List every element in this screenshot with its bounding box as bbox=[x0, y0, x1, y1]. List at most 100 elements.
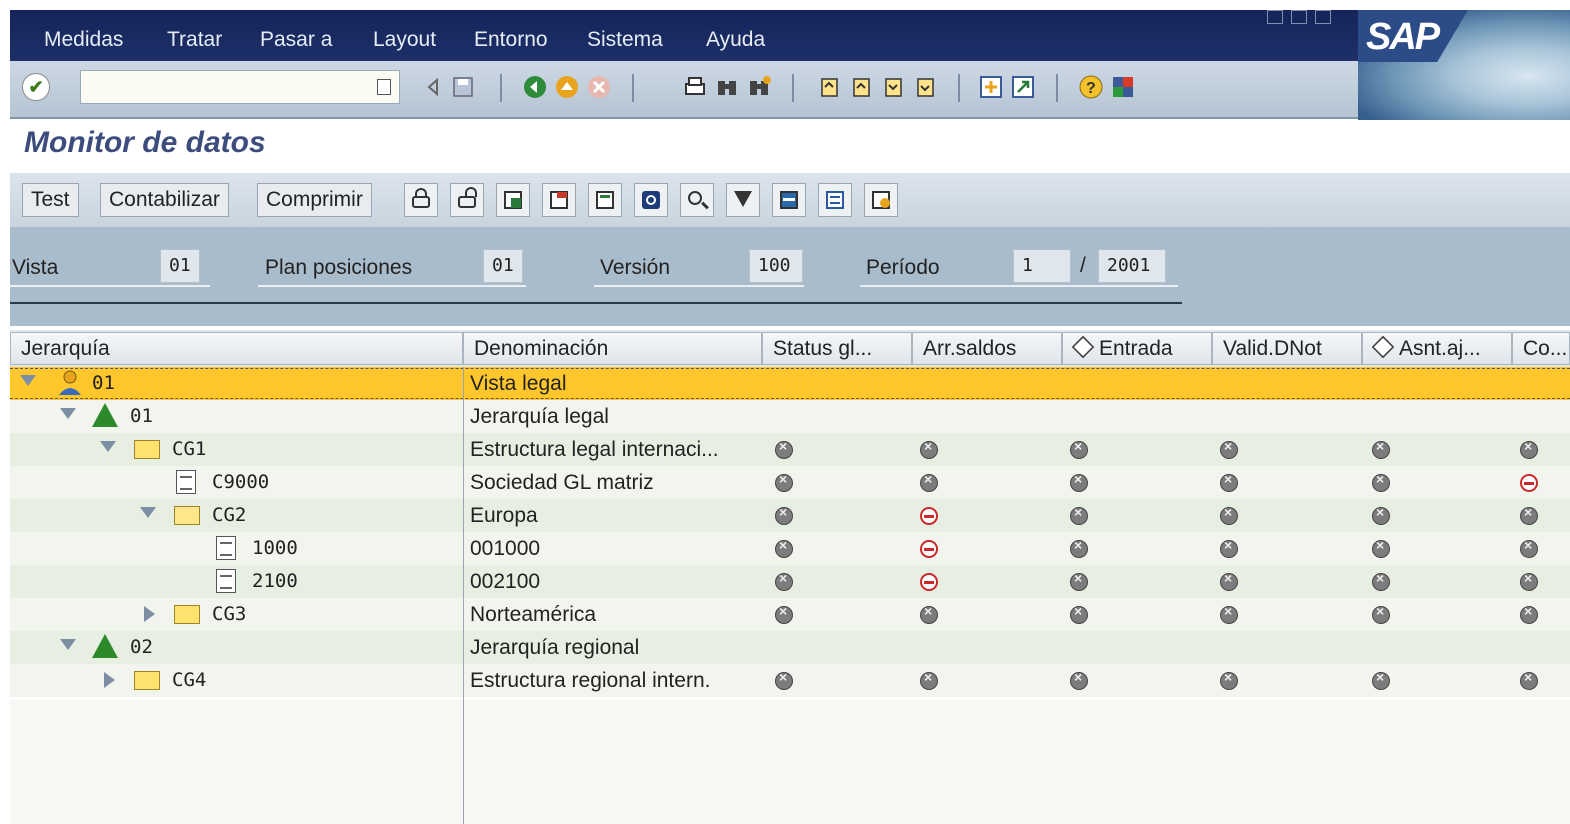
table-row[interactable]: CG2 Europa bbox=[10, 499, 1570, 532]
status-inactive-icon[interactable] bbox=[920, 438, 938, 459]
status-inactive-icon[interactable] bbox=[920, 603, 938, 624]
table-row[interactable]: 2100 002100 bbox=[10, 565, 1570, 598]
command-history-icon[interactable] bbox=[377, 79, 391, 95]
shortcut-icon[interactable] bbox=[1010, 74, 1036, 100]
chart-icon[interactable] bbox=[772, 183, 806, 217]
status-inactive-icon[interactable] bbox=[1372, 471, 1390, 492]
new-session-icon[interactable] bbox=[978, 74, 1004, 100]
menu-sistema[interactable]: Sistema bbox=[587, 28, 663, 52]
enter-check-icon[interactable]: ✔ bbox=[22, 73, 50, 101]
status-inactive-icon[interactable] bbox=[1372, 537, 1390, 558]
expand-icon[interactable] bbox=[496, 183, 530, 217]
status-error-icon[interactable] bbox=[920, 540, 938, 558]
plan-posiciones-field[interactable]: 01 bbox=[483, 249, 523, 283]
status-inactive-icon[interactable] bbox=[1070, 504, 1088, 525]
menu-pasar-a[interactable]: Pasar a bbox=[260, 28, 332, 52]
table-row[interactable]: CG1 Estructura legal internaci... bbox=[10, 433, 1570, 466]
expand-node-icon[interactable] bbox=[104, 672, 115, 688]
status-inactive-icon[interactable] bbox=[920, 669, 938, 690]
status-inactive-icon[interactable] bbox=[1070, 669, 1088, 690]
vista-field[interactable]: 01 bbox=[160, 249, 200, 283]
print-icon[interactable] bbox=[682, 74, 708, 100]
status-inactive-icon[interactable] bbox=[1372, 669, 1390, 690]
exit-icon[interactable] bbox=[554, 74, 580, 100]
status-inactive-icon[interactable] bbox=[1070, 603, 1088, 624]
col-asnt-aj[interactable]: Asnt.aj... bbox=[1362, 332, 1512, 365]
status-inactive-icon[interactable] bbox=[1520, 504, 1538, 525]
status-inactive-icon[interactable] bbox=[920, 471, 938, 492]
status-inactive-icon[interactable] bbox=[1070, 438, 1088, 459]
command-field[interactable] bbox=[80, 70, 400, 104]
status-inactive-icon[interactable] bbox=[1520, 537, 1538, 558]
cancel-icon[interactable] bbox=[586, 74, 612, 100]
collapse-node-icon[interactable] bbox=[60, 639, 76, 650]
menu-entorno[interactable]: Entorno bbox=[474, 28, 548, 52]
status-inactive-icon[interactable] bbox=[1070, 570, 1088, 591]
table-row[interactable]: 01 Vista legal bbox=[10, 367, 1570, 400]
save-icon[interactable] bbox=[450, 74, 476, 100]
minimize-icon[interactable] bbox=[1267, 10, 1283, 24]
unlock-icon[interactable] bbox=[450, 183, 484, 217]
status-inactive-icon[interactable] bbox=[1220, 669, 1238, 690]
next-page-icon[interactable] bbox=[880, 74, 906, 100]
status-error-icon[interactable] bbox=[920, 573, 938, 591]
table-row[interactable]: 02 Jerarquía regional bbox=[10, 631, 1570, 664]
col-jerarquia[interactable]: Jerarquía bbox=[10, 332, 463, 365]
status-inactive-icon[interactable] bbox=[1220, 537, 1238, 558]
status-inactive-icon[interactable] bbox=[1520, 438, 1538, 459]
year-field[interactable]: 2001 bbox=[1098, 249, 1166, 283]
status-inactive-icon[interactable] bbox=[1220, 603, 1238, 624]
first-page-icon[interactable] bbox=[816, 74, 842, 100]
menu-ayuda[interactable]: Ayuda bbox=[706, 28, 765, 52]
table-row[interactable]: CG3 Norteamérica bbox=[10, 598, 1570, 631]
status-error-icon[interactable] bbox=[920, 507, 938, 525]
status-inactive-icon[interactable] bbox=[1520, 603, 1538, 624]
help-icon[interactable]: ? bbox=[1078, 74, 1104, 100]
filter-icon[interactable] bbox=[726, 183, 760, 217]
status-inactive-icon[interactable] bbox=[775, 471, 793, 492]
find-icon[interactable] bbox=[714, 74, 740, 100]
previous-page-icon[interactable] bbox=[848, 74, 874, 100]
expand-node-icon[interactable] bbox=[144, 606, 155, 622]
comprimir-button[interactable]: Comprimir bbox=[257, 183, 372, 217]
status-inactive-icon[interactable] bbox=[1220, 504, 1238, 525]
back-arrow-icon[interactable] bbox=[420, 74, 446, 100]
status-inactive-icon[interactable] bbox=[775, 537, 793, 558]
periodo-field[interactable]: 1 bbox=[1013, 249, 1071, 283]
status-inactive-icon[interactable] bbox=[1372, 603, 1390, 624]
status-inactive-icon[interactable] bbox=[775, 570, 793, 591]
status-inactive-icon[interactable] bbox=[1220, 438, 1238, 459]
col-status-global[interactable]: Status gl... bbox=[762, 332, 912, 365]
zoom-icon[interactable] bbox=[680, 183, 714, 217]
detail-icon[interactable] bbox=[588, 183, 622, 217]
col-denominacion[interactable]: Denominación bbox=[463, 332, 762, 365]
collapse-node-icon[interactable] bbox=[140, 507, 156, 518]
status-inactive-icon[interactable] bbox=[1372, 570, 1390, 591]
back-icon[interactable] bbox=[522, 74, 548, 100]
table-row[interactable]: CG4 Estructura regional intern. bbox=[10, 664, 1570, 697]
list-icon[interactable] bbox=[818, 183, 852, 217]
col-arr-saldos[interactable]: Arr.saldos bbox=[912, 332, 1062, 365]
test-button[interactable]: Test bbox=[22, 183, 79, 217]
document-icon[interactable] bbox=[864, 183, 898, 217]
table-row[interactable]: 01 Jerarquía legal bbox=[10, 400, 1570, 433]
col-entrada[interactable]: Entrada bbox=[1062, 332, 1212, 365]
last-page-icon[interactable] bbox=[912, 74, 938, 100]
collapse-node-icon[interactable] bbox=[20, 375, 36, 386]
version-field[interactable]: 100 bbox=[749, 249, 803, 283]
status-inactive-icon[interactable] bbox=[1070, 471, 1088, 492]
contabilizar-button[interactable]: Contabilizar bbox=[100, 183, 229, 217]
table-row[interactable]: C9000 Sociedad GL matriz bbox=[10, 466, 1570, 499]
menu-layout[interactable]: Layout bbox=[373, 28, 436, 52]
status-inactive-icon[interactable] bbox=[1220, 471, 1238, 492]
find-next-icon[interactable] bbox=[746, 74, 772, 100]
refresh-icon[interactable] bbox=[634, 183, 668, 217]
col-valid-dnot[interactable]: Valid.DNot bbox=[1212, 332, 1362, 365]
status-inactive-icon[interactable] bbox=[1372, 504, 1390, 525]
collapse-node-icon[interactable] bbox=[100, 441, 116, 452]
maximize-icon[interactable] bbox=[1291, 10, 1307, 24]
lock-icon[interactable] bbox=[404, 183, 438, 217]
close-icon[interactable] bbox=[1315, 10, 1331, 24]
status-inactive-icon[interactable] bbox=[775, 603, 793, 624]
status-error-icon[interactable] bbox=[1520, 474, 1538, 492]
